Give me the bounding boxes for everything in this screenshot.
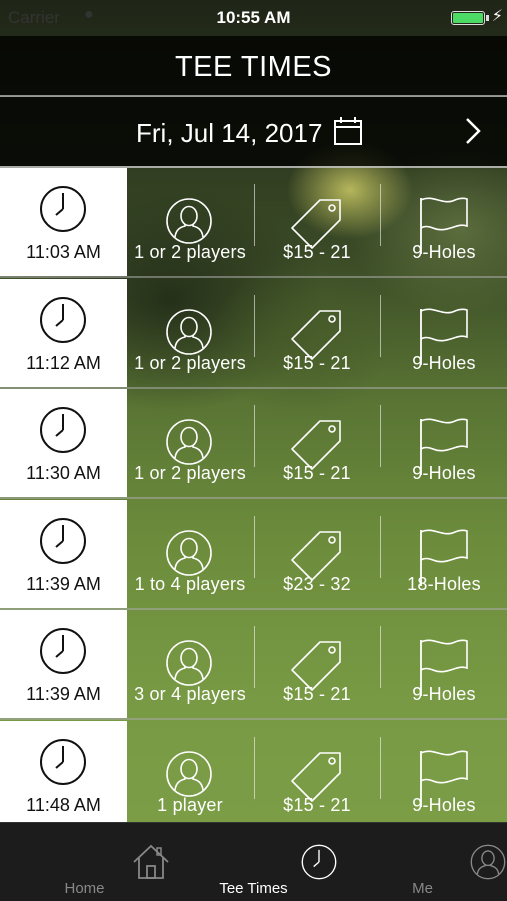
clock-icon [40, 628, 86, 674]
tab-label: Tee Times [219, 880, 288, 897]
holes-label: 9-Holes [412, 242, 476, 262]
tab-me[interactable]: Me [338, 823, 507, 901]
tee-time-cell: 11:39 AM [0, 610, 127, 718]
tee-time-cell: 11:39 AM [0, 499, 127, 608]
holes-cell: 9-Holes [381, 168, 507, 276]
clock-icon [301, 844, 337, 880]
tee-time-row[interactable]: 11:30 AM 1 or 2 players $15 - 21 9-Holes [0, 389, 507, 499]
price-cell: $23 - 32 [255, 500, 379, 608]
players-cell: 1 or 2 players [127, 389, 253, 497]
tee-time-list: 11:03 AM 1 or 2 players $15 - 21 9-Holes [0, 168, 507, 822]
battery-icon [451, 11, 485, 25]
players-cell: 1 or 2 players [127, 168, 253, 276]
navigation-bar: TEE TIMES [0, 36, 507, 96]
price-label: $15 - 21 [283, 352, 351, 373]
players-cell: 1 to 4 players [127, 500, 253, 608]
battery-tip [486, 15, 489, 21]
players-cell: 1 or 2 players [127, 279, 253, 387]
holes-label: 9-Holes [412, 684, 476, 704]
holes-cell: 18-Holes [381, 500, 507, 608]
tee-time-label: 11:03 AM [26, 242, 101, 262]
price-label: $15 - 21 [283, 463, 351, 483]
clock-icon [40, 186, 86, 232]
tee-time-cell: 11:12 AM [0, 278, 127, 387]
price-cell: $15 - 21 [255, 610, 379, 718]
price-label: $15 - 21 [283, 242, 351, 262]
home-icon [133, 844, 169, 879]
tab-tee-times[interactable]: Tee Times [169, 823, 338, 901]
tee-time-label: 11:39 AM [26, 573, 101, 594]
charging-icon: ⚡︎ [491, 8, 503, 25]
page-title: TEE TIMES [174, 51, 333, 83]
players-label: 1 to 4 players [134, 573, 246, 594]
price-cell: $15 - 21 [255, 721, 379, 823]
tee-time-label: 11:48 AM [26, 794, 101, 815]
next-day-chevron-icon[interactable] [462, 116, 484, 146]
person-icon [166, 529, 212, 576]
tee-time-label: 11:12 AM [26, 352, 101, 373]
status-bar: Carrier ● 10:55 AM ⚡︎ [0, 0, 507, 36]
holes-cell: 9-Holes [381, 279, 507, 387]
person-icon [166, 198, 212, 244]
holes-cell: 9-Holes [381, 389, 507, 497]
tee-time-label: 11:39 AM [26, 684, 101, 704]
players-cell: 3 or 4 players [127, 610, 253, 718]
tee-time-label: 11:30 AM [26, 463, 101, 483]
players-label: 3 or 4 players [134, 684, 246, 704]
holes-label: 9-Holes [412, 794, 476, 815]
tee-time-row[interactable]: 11:48 AM 1 player $15 - 21 9-Holes [0, 720, 507, 823]
players-cell: 1 player [127, 721, 253, 823]
person-icon [166, 419, 212, 465]
players-label: 1 player [157, 794, 223, 815]
tab-bar: Home Tee Times Me [0, 822, 507, 901]
price-label: $15 - 21 [283, 794, 351, 815]
price-cell: $15 - 21 [255, 389, 379, 497]
price-cell: $15 - 21 [255, 279, 379, 387]
clock-icon [40, 738, 86, 785]
players-label: 1 or 2 players [134, 352, 246, 373]
tee-time-cell: 11:48 AM [0, 720, 127, 822]
tee-time-row[interactable]: 11:39 AM 3 or 4 players $15 - 21 9-Holes [0, 610, 507, 720]
holes-cell: 9-Holes [381, 721, 507, 823]
tee-time-row[interactable]: 11:39 AM 1 to 4 players $23 - 32 18-Hole… [0, 499, 507, 610]
tee-time-cell: 11:03 AM [0, 168, 127, 276]
person-icon [166, 308, 212, 355]
price-label: $23 - 32 [283, 573, 351, 594]
price-label: $15 - 21 [283, 684, 351, 704]
price-cell: $15 - 21 [255, 168, 379, 276]
person-icon [470, 844, 506, 880]
person-icon [166, 640, 212, 686]
calendar-icon[interactable] [333, 116, 363, 146]
players-label: 1 or 2 players [134, 242, 246, 262]
tee-time-row[interactable]: 11:03 AM 1 or 2 players $15 - 21 9-Holes [0, 168, 507, 278]
status-time: 10:55 AM [216, 8, 291, 27]
tee-time-cell: 11:30 AM [0, 389, 127, 497]
person-icon [166, 750, 212, 797]
date-selector: Fri, Jul 14, 2017 [0, 97, 507, 166]
tab-label: Home [64, 880, 105, 897]
tee-time-row[interactable]: 11:12 AM 1 or 2 players $15 - 21 9-Holes [0, 278, 507, 389]
clock-icon [40, 296, 86, 343]
holes-label: 18-Holes [407, 573, 481, 594]
holes-label: 9-Holes [412, 463, 476, 483]
clock-icon [40, 517, 86, 564]
selected-date[interactable]: Fri, Jul 14, 2017 [136, 118, 322, 149]
holes-cell: 9-Holes [381, 610, 507, 718]
tab-home[interactable]: Home [0, 823, 169, 901]
players-label: 1 or 2 players [134, 463, 246, 483]
holes-label: 9-Holes [412, 352, 476, 373]
clock-icon [40, 407, 86, 453]
tab-label: Me [412, 880, 433, 897]
